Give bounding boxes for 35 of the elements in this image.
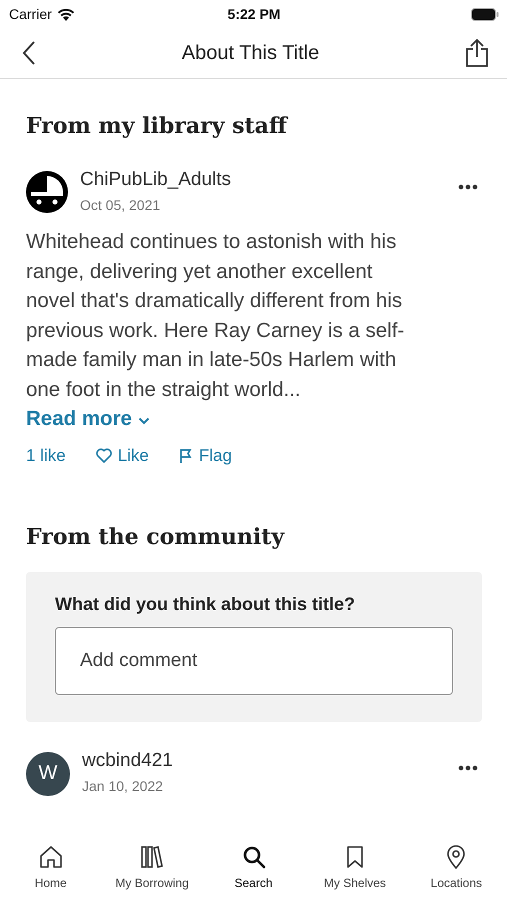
tab-bar-item[interactable]: Home [0, 844, 102, 900]
comment-field[interactable]: Add comment [55, 626, 453, 694]
wifi-icon [56, 8, 75, 20]
post-date: Jan 10, 2022 [82, 778, 164, 794]
author-name: wcbind421 [82, 750, 174, 772]
carrier-label: Carrier [9, 6, 52, 22]
more-icon[interactable] [458, 764, 478, 770]
tab-bar-item[interactable]: My Shelves [304, 844, 406, 900]
comment-prompt: What did you think about this title? [55, 594, 356, 614]
books-icon [139, 844, 166, 870]
flag-icon [178, 448, 193, 463]
battery-icon [470, 8, 499, 20]
status-time: 5:22 PM [228, 6, 280, 22]
user-avatar: W [26, 752, 70, 796]
review-text: Whitehead continues to astonish with his range, delivering yet another excellent novel that's dramatically different from his previous work. Here Ray Carney is a self-made family man in late-50s Harlem with one foot in the straight world... Read more [26, 229, 406, 432]
more-icon[interactable] [458, 184, 478, 190]
page-title: About This Title [182, 42, 320, 64]
home-icon [38, 844, 64, 870]
heart-icon [96, 448, 112, 463]
read-more-link[interactable]: Read more [26, 407, 150, 430]
section-heading: From the community [26, 524, 286, 550]
logo-icon [26, 171, 68, 213]
post-date: Oct 05, 2021 [80, 197, 162, 213]
back-button[interactable] [22, 40, 36, 66]
tab-bar-item[interactable]: Search [202, 844, 304, 900]
share-button[interactable] [464, 38, 489, 68]
flag-button[interactable]: Flag [178, 446, 232, 466]
search-icon [240, 844, 267, 870]
like-count-link[interactable]: 1 like [26, 446, 66, 466]
tab-bar-item[interactable]: My Borrowing [101, 844, 203, 900]
chevron-down-icon [138, 417, 150, 425]
section-heading: From my library staff [26, 113, 290, 139]
author-name: ChiPubLib_Adults [80, 169, 232, 191]
tab-bar-item[interactable]: Locations [406, 844, 507, 900]
like-button[interactable]: Like [96, 446, 149, 466]
